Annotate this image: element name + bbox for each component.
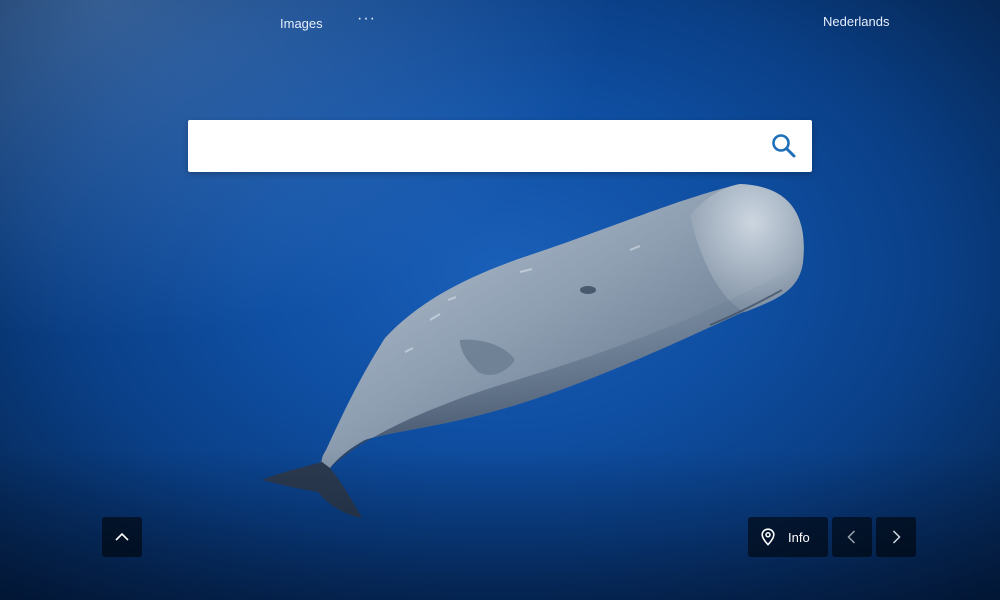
search-icon: [772, 134, 796, 158]
background-whale-image: [262, 184, 804, 518]
background-vignette: [0, 0, 1000, 600]
nav-link-images[interactable]: Images: [280, 16, 323, 31]
search-button[interactable]: [756, 120, 812, 172]
chevron-right-icon: [892, 530, 901, 544]
search-input[interactable]: [188, 120, 756, 172]
chevron-left-icon: [847, 530, 856, 544]
location-pin-icon: [761, 528, 775, 546]
page: Images ··· Nederlands Info: [0, 0, 1000, 600]
next-image-button[interactable]: [876, 517, 916, 557]
language-link[interactable]: Nederlands: [823, 14, 890, 29]
info-button[interactable]: Info: [748, 517, 828, 557]
search-box: [188, 120, 812, 172]
previous-image-button[interactable]: [832, 517, 872, 557]
chevron-up-icon: [115, 532, 129, 541]
top-navigation: Images ··· Nederlands: [0, 0, 1000, 44]
info-label: Info: [788, 529, 810, 545]
scroll-up-button[interactable]: [102, 517, 142, 557]
nav-more-button[interactable]: ···: [357, 10, 376, 28]
